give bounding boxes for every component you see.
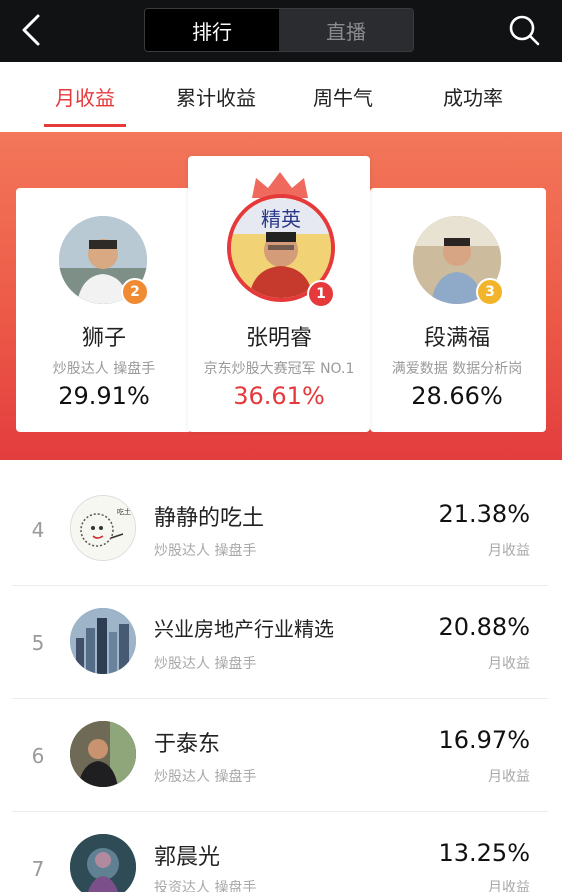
trader-title: 京东炒股大赛冠军 NO.1 bbox=[203, 361, 355, 377]
trader-name: 狮子 bbox=[81, 326, 126, 351]
trader-title: 炒股达人 操盘手 bbox=[154, 769, 257, 785]
trader-name: 段满福 bbox=[423, 326, 490, 351]
trader-title: 满爱数据 数据分析岗 bbox=[391, 361, 523, 377]
segmented-control: 排行 直播 bbox=[144, 8, 414, 52]
ranking-tabs: 月收益 累计收益 周牛气 成功率 bbox=[0, 62, 562, 130]
avatar[interactable] bbox=[70, 834, 136, 892]
rank-badge: 2 bbox=[121, 278, 149, 306]
monthly-return: 20.88% bbox=[438, 613, 530, 641]
trader-name: 静静的吃土 bbox=[154, 506, 265, 531]
metric-label: 月收益 bbox=[488, 769, 530, 785]
tab-cumulative-return[interactable]: 累计收益 bbox=[158, 62, 274, 130]
rank-badge: 1 bbox=[307, 280, 335, 308]
metric-label: 月收益 bbox=[488, 656, 530, 672]
rank-badge: 3 bbox=[476, 278, 504, 306]
trader-title: 炒股达人 操盘手 bbox=[154, 543, 257, 559]
tab-monthly-return[interactable]: 月收益 bbox=[34, 62, 136, 130]
trader-name: 张明睿 bbox=[245, 326, 312, 351]
back-chevron-icon[interactable] bbox=[14, 12, 50, 48]
monthly-return: 28.66% bbox=[411, 382, 503, 410]
trader-title: 投资达人 操盘手 bbox=[154, 880, 257, 892]
rank-number: 5 bbox=[31, 631, 45, 655]
metric-label: 月收益 bbox=[488, 880, 530, 892]
rank-number: 4 bbox=[31, 518, 45, 542]
trader-name: 郭晨光 bbox=[154, 845, 221, 870]
svg-text:精英: 精英 bbox=[261, 207, 301, 231]
rank-number: 7 bbox=[31, 857, 45, 881]
active-tab-indicator bbox=[44, 124, 126, 127]
segment-ranking[interactable]: 排行 bbox=[145, 9, 279, 51]
metric-label: 月收益 bbox=[488, 543, 530, 559]
monthly-return: 21.38% bbox=[438, 500, 530, 528]
top-bar: 排行 直播 bbox=[0, 0, 562, 62]
tab-weekly-bull[interactable]: 周牛气 bbox=[296, 62, 390, 130]
trader-name: 兴业房地产行业精选 bbox=[154, 617, 334, 641]
avatar[interactable] bbox=[70, 608, 136, 674]
monthly-return: 13.25% bbox=[438, 839, 530, 867]
search-icon[interactable] bbox=[506, 12, 542, 48]
avatar[interactable]: 吃土 bbox=[70, 495, 136, 561]
avatar[interactable] bbox=[70, 721, 136, 787]
trader-title: 炒股达人 操盘手 bbox=[52, 361, 156, 377]
trader-title: 炒股达人 操盘手 bbox=[154, 656, 257, 672]
segment-live[interactable]: 直播 bbox=[279, 9, 413, 51]
rank-number: 6 bbox=[31, 744, 45, 768]
monthly-return: 36.61% bbox=[233, 382, 325, 410]
trader-name: 于泰东 bbox=[154, 732, 221, 757]
monthly-return: 29.91% bbox=[58, 382, 150, 410]
monthly-return: 16.97% bbox=[438, 726, 530, 754]
tab-success-rate[interactable]: 成功率 bbox=[422, 62, 524, 130]
svg-text:吃土: 吃土 bbox=[117, 507, 131, 516]
